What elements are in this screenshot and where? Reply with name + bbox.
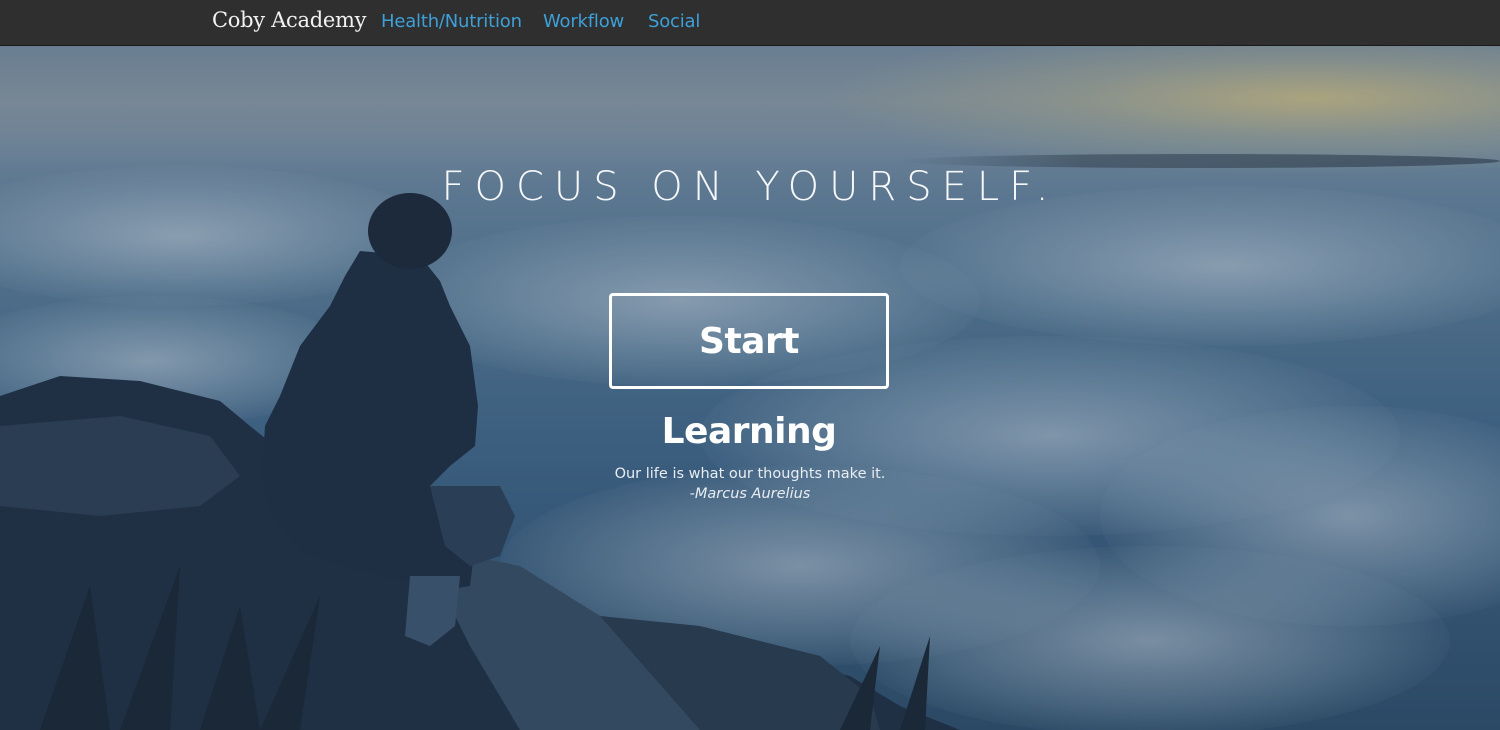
start-learning-button[interactable]: Start Learning xyxy=(609,293,889,452)
brand-link[interactable]: Coby Academy xyxy=(212,8,366,32)
hero-headline: FOCUS ON YOURSELF. xyxy=(441,164,1059,210)
page: Coby Academy Health/Nutrition Workflow S… xyxy=(0,0,1500,730)
nav-link-social[interactable]: Social xyxy=(648,11,700,32)
hero-section: FOCUS ON YOURSELF. Start Learning Our li… xyxy=(0,46,1500,730)
nav-link-workflow[interactable]: Workflow xyxy=(543,11,624,32)
quote-block: Our life is what our thoughts make it. -… xyxy=(0,464,1500,504)
nav-link-health-nutrition[interactable]: Health/Nutrition xyxy=(381,11,522,32)
top-navbar: Coby Academy Health/Nutrition Workflow S… xyxy=(0,0,1500,46)
quote-text: Our life is what our thoughts make it. xyxy=(614,466,886,482)
quote-author: -Marcus Aurelius xyxy=(689,486,811,502)
